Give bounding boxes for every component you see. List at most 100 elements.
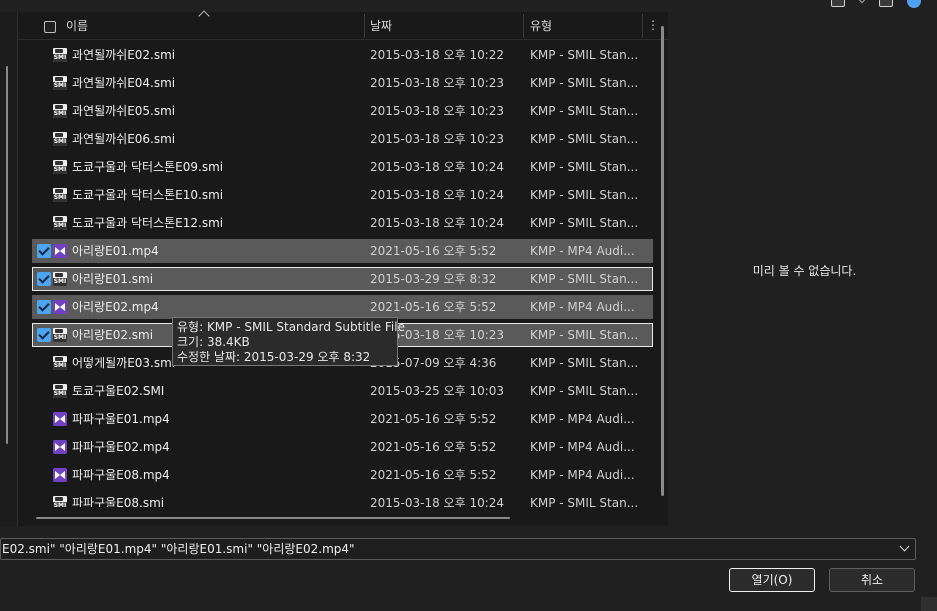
file-row[interactable]: 과연될까쉬E04.smi 2015-03-18 오후 10:23 KMP - SMI… <box>32 71 653 95</box>
file-name[interactable]: 과연될까쉬E05.smi <box>72 99 175 123</box>
smi-file-icon <box>53 384 67 398</box>
file-type: KMP - MP4 Audi... <box>530 440 635 454</box>
file-name[interactable]: 과연될까쉬E04.smi <box>72 71 175 95</box>
file-row[interactable]: 아리랑E01.mp4 2021-05-16 오후 5:52 KMP - MP4 Au… <box>32 239 653 263</box>
file-type: KMP - SMIL Stan... <box>530 216 639 230</box>
filename-input[interactable]: E02.smi" "아리랑E01.mp4" "아리랑E01.smi" "아리랑E… <box>0 538 916 560</box>
file-row[interactable]: 파파구울E01.mp4 2021-05-16 오후 5:52 KMP - MP4 A… <box>32 407 653 431</box>
chevron-down-icon[interactable] <box>857 0 867 4</box>
file-row[interactable]: 아리랑E01.smi 2015-03-29 오후 8:32 KMP - SMIL S… <box>32 267 653 291</box>
column-header: 이름 날짜 유형 ⋮ <box>18 10 668 40</box>
horizontal-scrollbar[interactable] <box>36 517 510 519</box>
file-row[interactable]: 과연될까쉬E06.smi 2015-03-18 오후 10:23 KMP - SMI… <box>32 127 653 151</box>
row-checkbox[interactable] <box>37 244 51 258</box>
file-date: 2015-03-18 오후 10:24 <box>370 188 505 202</box>
file-date: 2015-03-29 오후 8:32 <box>370 272 497 286</box>
smi-file-icon <box>53 216 67 230</box>
preview-pane-icon[interactable] <box>879 0 893 7</box>
select-all-checkbox[interactable] <box>44 21 56 33</box>
file-date: 2015-03-25 오후 10:03 <box>370 384 505 398</box>
mp4-file-icon <box>53 440 67 454</box>
file-row[interactable]: 과연될까쉬E02.smi 2015-03-18 오후 10:22 KMP - SMI… <box>32 43 653 67</box>
file-type: KMP - SMIL Stan... <box>530 104 639 118</box>
file-row[interactable]: 파파구울E08.smi 2015-03-18 오후 10:24 KMP - SMIL… <box>32 491 653 507</box>
file-name[interactable]: 파파구울E02.mp4 <box>72 435 170 459</box>
file-row[interactable]: 도쿄구울과 닥터스톤E09.smi 2015-03-18 오후 10:24 KMP … <box>32 155 653 179</box>
smi-file-icon <box>53 356 67 370</box>
file-name[interactable]: 아리랑E01.smi <box>72 267 153 291</box>
header-type[interactable]: 유형 <box>530 12 552 40</box>
file-row[interactable]: 과연될까쉬E05.smi 2015-03-18 오후 10:23 KMP - SMI… <box>32 99 653 123</box>
view-mode-icon[interactable] <box>831 0 845 7</box>
tooltip-size: 크기: 38.4KB <box>177 335 250 349</box>
file-name[interactable]: 아리랑E01.mp4 <box>72 239 159 263</box>
file-date: 2021-05-16 오후 5:52 <box>370 468 497 482</box>
file-type: KMP - MP4 Audi... <box>530 244 635 258</box>
file-name[interactable]: 아리랑E02.mp4 <box>72 295 159 319</box>
file-row[interactable]: 도쿄구울과 닥터스톤E10.smi 2015-03-18 오후 10:24 KMP … <box>32 183 653 207</box>
file-name[interactable]: 도쿄구울과 닥터스톤E09.smi <box>72 155 223 179</box>
file-type: KMP - SMIL Stan... <box>530 76 639 90</box>
chevron-down-icon[interactable] <box>899 541 910 552</box>
header-date[interactable]: 날짜 <box>370 12 392 40</box>
navigation-pane <box>0 12 18 526</box>
mp4-file-icon <box>53 244 67 258</box>
file-type: KMP - SMIL Stan... <box>530 384 639 398</box>
mp4-file-icon <box>53 300 67 314</box>
resize-grip[interactable] <box>921 597 937 611</box>
file-row[interactable]: 아리랑E02.mp4 2021-05-16 오후 5:52 KMP - MP4 Au… <box>32 295 653 319</box>
file-date: 2021-05-16 오후 5:52 <box>370 440 497 454</box>
file-name[interactable]: 아리랑E02.smi <box>72 323 153 347</box>
file-info-tooltip: 유형: KMP - SMIL Standard Subtitle File 크기… <box>172 317 405 366</box>
file-row[interactable]: 파파구울E02.mp4 2021-05-16 오후 5:52 KMP - MP4 A… <box>32 435 653 459</box>
smi-file-icon <box>53 76 67 90</box>
header-name[interactable]: 이름 <box>66 12 88 40</box>
file-type: KMP - MP4 Audi... <box>530 468 635 482</box>
file-row[interactable]: 도쿄구울과 닥터스톤E12.smi 2015-03-18 오후 10:24 KMP … <box>32 211 653 235</box>
column-divider[interactable] <box>364 14 365 38</box>
row-checkbox[interactable] <box>37 328 51 342</box>
row-checkbox[interactable] <box>37 300 51 314</box>
file-date: 2015-03-18 오후 10:24 <box>370 160 505 174</box>
file-name[interactable]: 어떻게될까E03.smi <box>72 351 175 375</box>
more-columns-button[interactable]: ⋮ <box>647 12 659 40</box>
file-date: 2015-03-18 오후 10:24 <box>370 496 505 507</box>
file-name[interactable]: 과연될까쉬E06.smi <box>72 127 175 151</box>
open-button[interactable]: 열기(O) <box>729 568 815 592</box>
file-type: KMP - SMIL Stan... <box>530 328 639 342</box>
filename-value[interactable]: E02.smi" "아리랑E01.mp4" "아리랑E01.smi" "아리랑E… <box>2 539 355 559</box>
file-type: KMP - SMIL Stan... <box>530 160 639 174</box>
file-name[interactable]: 파파구울E08.mp4 <box>72 463 170 487</box>
file-date: 2015-03-18 오후 10:23 <box>370 76 505 90</box>
file-name[interactable]: 도쿄구울과 닥터스톤E10.smi <box>72 183 223 207</box>
tooltip-type: 유형: KMP - SMIL Standard Subtitle File <box>177 320 405 334</box>
file-row[interactable]: 파파구울E08.mp4 2021-05-16 오후 5:52 KMP - MP4 A… <box>32 463 653 487</box>
mp4-file-icon <box>53 412 67 426</box>
smi-file-icon <box>53 496 67 507</box>
row-checkbox[interactable] <box>37 272 51 286</box>
file-date: 2015-03-18 오후 10:23 <box>370 132 505 146</box>
file-type: KMP - SMIL Stan... <box>530 48 639 62</box>
file-name[interactable]: 도쿄구울과 닥터스톤E12.smi <box>72 211 223 235</box>
cancel-button[interactable]: 취소 <box>829 568 915 592</box>
file-name[interactable]: 파파구울E08.smi <box>72 491 164 507</box>
file-type: KMP - MP4 Audi... <box>530 300 635 314</box>
tooltip-modified: 수정한 날짜: 2015-03-29 오후 8:32 <box>177 350 371 364</box>
column-divider[interactable] <box>523 14 524 38</box>
smi-file-icon <box>53 104 67 118</box>
file-date: 2021-05-16 오후 5:52 <box>370 300 497 314</box>
smi-file-icon <box>53 48 67 62</box>
file-date: 2015-03-18 오후 10:24 <box>370 216 505 230</box>
file-name[interactable]: 파파구울E01.mp4 <box>72 407 170 431</box>
mp4-file-icon <box>53 468 67 482</box>
help-icon[interactable] <box>907 0 921 8</box>
navigation-scrollbar[interactable] <box>6 66 8 444</box>
column-divider[interactable] <box>642 14 643 38</box>
file-type: KMP - SMIL Stan... <box>530 188 639 202</box>
file-name[interactable]: 과연될까쉬E02.smi <box>72 43 175 67</box>
file-row[interactable]: 토쿄구울E02.SMI 2015-03-25 오후 10:03 KMP - SMIL… <box>32 379 653 403</box>
vertical-scrollbar[interactable] <box>661 26 664 496</box>
file-name[interactable]: 토쿄구울E02.SMI <box>72 379 164 403</box>
smi-file-icon <box>53 328 67 342</box>
window-top-strip <box>0 0 937 12</box>
